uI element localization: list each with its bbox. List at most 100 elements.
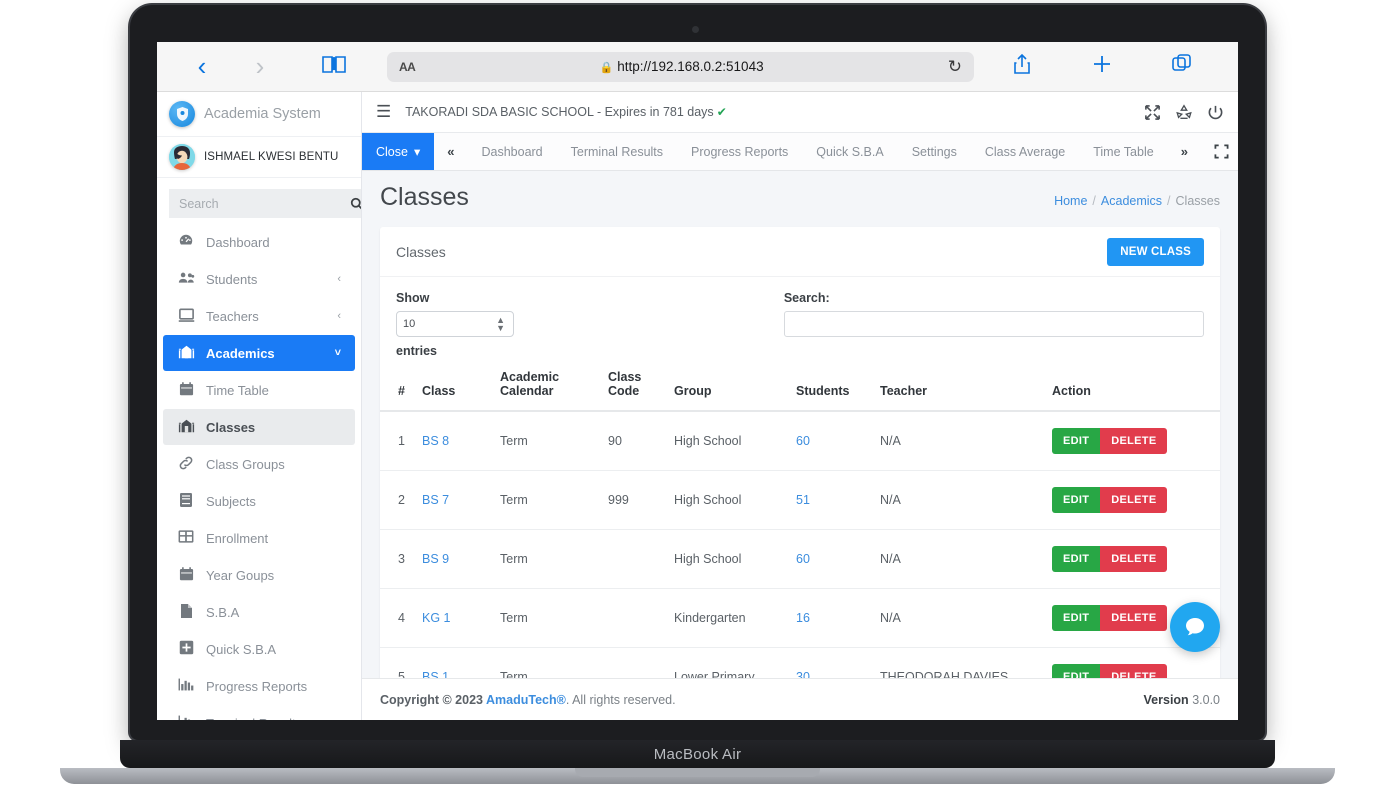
table-row: 3 BS 9 Term High School 60 N/A EDIT DELETE — [380, 529, 1220, 589]
cell-academic-calendar: Term — [494, 647, 602, 678]
sidebar-item-progress-reports[interactable]: Progress Reports — [163, 668, 355, 704]
recycle-icon[interactable] — [1175, 103, 1193, 121]
delete-button[interactable]: DELETE — [1100, 546, 1168, 572]
edit-button[interactable]: EDIT — [1052, 664, 1101, 678]
cell-students-link[interactable]: 30 — [796, 670, 810, 678]
breadcrumb-item-academics[interactable]: Academics — [1101, 194, 1162, 208]
students-icon — [177, 270, 195, 289]
delete-button[interactable]: DELETE — [1100, 428, 1168, 454]
copyright-text: Copyright © 2023 AmaduTech®. All rights … — [380, 693, 676, 707]
browser-toolbar: ‹ › AA 🔒 http://192.168.0.2:51043 ↻ — [157, 42, 1238, 92]
edit-button[interactable]: EDIT — [1052, 605, 1101, 631]
tab-terminal-results[interactable]: Terminal Results — [557, 133, 677, 170]
sidebar-item-time-table[interactable]: Time Table — [163, 372, 355, 408]
close-dropdown-button[interactable]: Close ▾ — [362, 133, 435, 170]
tab-time-table[interactable]: Time Table — [1079, 133, 1167, 170]
sidebar-item-label: Academics — [206, 345, 275, 361]
text-size-icon[interactable]: AA — [399, 60, 416, 74]
back-icon[interactable]: ‹ — [173, 51, 231, 82]
table-row: 2 BS 7 Term 999 High School 51 N/A EDIT DELETE — [380, 470, 1220, 530]
cell-academic-calendar: Term — [494, 588, 602, 648]
edit-button[interactable]: EDIT — [1052, 428, 1101, 454]
hamburger-icon[interactable]: ☰ — [376, 102, 391, 122]
sidebar-item-label: S.B.A — [206, 604, 240, 620]
more-menu-icon[interactable]: » — [1168, 133, 1201, 170]
sidebar-item-classes[interactable]: Classes — [163, 409, 355, 445]
sidebar-item-label: Progress Reports — [206, 678, 308, 694]
delete-button[interactable]: DELETE — [1100, 605, 1168, 631]
cell-class-link[interactable]: BS 9 — [422, 552, 449, 566]
sidebar-item-s-b-a[interactable]: S.B.A — [163, 594, 355, 630]
cell-number: 3 — [380, 529, 416, 589]
brand-link[interactable]: AmaduTech® — [486, 693, 566, 707]
url-text: 🔒 http://192.168.0.2:51043 — [415, 59, 947, 74]
forward-icon[interactable]: › — [231, 51, 289, 82]
search-input[interactable] — [169, 189, 350, 218]
address-bar[interactable]: AA 🔒 http://192.168.0.2:51043 ↻ — [387, 51, 974, 82]
cell-students-link[interactable]: 60 — [796, 552, 810, 566]
table-controls: Show 102550100 ▲▼ entries Search: — [380, 277, 1220, 358]
copyright-suffix: . All rights reserved. — [565, 692, 676, 707]
sidebar-item-students[interactable]: Students ‹ — [163, 261, 355, 297]
tab-quick-s-b-a[interactable]: Quick S.B.A — [802, 133, 897, 170]
reload-icon[interactable]: ↻ — [948, 57, 962, 77]
sidebar-item-label: Terminal Results — [206, 716, 302, 721]
col-group: Group — [668, 364, 790, 412]
sidebar-item-label: Class Groups — [206, 456, 285, 472]
cell-class: BS 8 — [416, 411, 494, 471]
share-icon[interactable] — [982, 53, 1062, 80]
sidebar-item-quick-s-b-a[interactable]: Quick S.B.A — [163, 631, 355, 667]
cell-class-link[interactable]: BS 7 — [422, 493, 449, 507]
menu-strip: Close ▾ « Dashboard Terminal Results Progr… — [362, 133, 1238, 171]
sidebar-item-enrollment[interactable]: Enrollment — [163, 520, 355, 556]
cell-students-link[interactable]: 60 — [796, 434, 810, 448]
new-class-button[interactable]: NEW CLASS — [1107, 238, 1204, 266]
power-icon[interactable] — [1207, 104, 1224, 121]
edit-button[interactable]: EDIT — [1052, 487, 1101, 513]
cell-class-code: 90 — [602, 411, 668, 471]
tab-dashboard[interactable]: Dashboard — [467, 133, 556, 170]
search-icon[interactable] — [350, 189, 361, 218]
tab-settings[interactable]: Settings — [898, 133, 971, 170]
sidebar-item-academics[interactable]: Academics ˅ — [163, 335, 355, 371]
new-tab-plus-icon[interactable] — [1062, 53, 1142, 80]
table-row: 4 KG 1 Term Kindergarten 16 N/A EDIT DELETE — [380, 588, 1220, 648]
sidebar-item-teachers[interactable]: Teachers ‹ — [163, 298, 355, 334]
sidebar-item-terminal-results[interactable]: Terminal Results — [163, 705, 355, 720]
cell-students: 60 — [790, 529, 874, 589]
reader-book-icon[interactable] — [289, 54, 379, 79]
collapse-menu-icon[interactable]: « — [434, 133, 467, 170]
breadcrumb-item-home[interactable]: Home — [1054, 194, 1087, 208]
sidebar-item-class-groups[interactable]: Class Groups — [163, 446, 355, 482]
fullscreen-icon[interactable] — [1201, 133, 1238, 170]
show-label: Show — [396, 291, 430, 305]
cell-class-link[interactable]: BS 8 — [422, 434, 449, 448]
tabs-overview-icon[interactable] — [1142, 53, 1222, 80]
browser-window: ‹ › AA 🔒 http://192.168.0.2:51043 ↻ Acad… — [157, 42, 1238, 720]
cell-students-link[interactable]: 51 — [796, 493, 810, 507]
tab-progress-reports[interactable]: Progress Reports — [677, 133, 802, 170]
cell-number: 2 — [380, 470, 416, 530]
delete-button[interactable]: DELETE — [1100, 487, 1168, 513]
chat-bubble-icon[interactable] — [1170, 602, 1220, 652]
show-entries-select[interactable]: 102550100 — [396, 311, 514, 337]
sidebar-item-dashboard[interactable]: Dashboard — [163, 224, 355, 260]
sidebar-item-year-goups[interactable]: Year Goups — [163, 557, 355, 593]
page-head: Classes Home / Academics / Classes — [380, 183, 1220, 212]
shuffle-icon[interactable] — [1144, 104, 1161, 121]
tab-class-average[interactable]: Class Average — [971, 133, 1079, 170]
version-text: Version 3.0.0 — [1144, 693, 1220, 707]
url-value: http://192.168.0.2:51043 — [617, 59, 764, 74]
delete-button[interactable]: DELETE — [1100, 664, 1168, 678]
table-search-label: Search: — [783, 291, 830, 305]
cell-students-link[interactable]: 16 — [796, 611, 810, 625]
user-row[interactable]: ISHMAEL KWESI BENTU — [157, 137, 361, 178]
col-number: # — [380, 364, 416, 412]
cell-class-link[interactable]: KG 1 — [422, 611, 451, 625]
cell-students: 60 — [790, 411, 874, 471]
sidebar-item-subjects[interactable]: Subjects — [163, 483, 355, 519]
cell-class-link[interactable]: BS 1 — [422, 670, 449, 678]
cell-students: 16 — [790, 588, 874, 648]
edit-button[interactable]: EDIT — [1052, 546, 1101, 572]
table-search-input[interactable] — [783, 311, 1204, 337]
